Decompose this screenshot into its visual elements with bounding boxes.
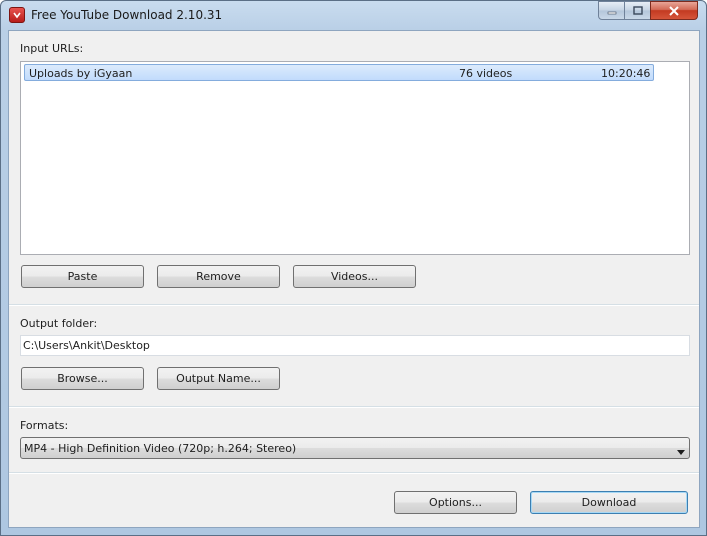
app-download-icon <box>9 7 25 23</box>
list-item[interactable]: Uploads by iGyaan 76 videos 10:20:46 <box>24 64 654 81</box>
divider <box>9 472 699 474</box>
options-button[interactable]: Options... <box>394 491 517 514</box>
app-window: Free YouTube Download 2.10.31 Input URLs… <box>0 0 707 536</box>
list-item-name: Uploads by iGyaan <box>29 67 133 80</box>
maximize-button[interactable] <box>624 1 651 20</box>
formats-dropdown[interactable]: MP4 - High Definition Video (720p; h.264… <box>20 437 690 459</box>
input-urls-label: Input URLs: <box>20 42 84 55</box>
minimize-icon <box>599 2 624 19</box>
list-item-count: 76 videos <box>459 67 513 80</box>
formats-label: Formats: <box>20 419 69 432</box>
dropdown-arrow-icon <box>677 445 685 458</box>
divider <box>9 406 699 408</box>
paste-button[interactable]: Paste <box>21 265 144 288</box>
close-icon <box>651 2 697 19</box>
output-folder-field[interactable] <box>20 335 690 356</box>
output-name-button[interactable]: Output Name... <box>157 367 280 390</box>
maximize-icon <box>625 2 650 19</box>
close-button[interactable] <box>650 1 698 20</box>
main-panel: Input URLs: Uploads by iGyaan 76 videos … <box>8 30 700 528</box>
input-urls-list[interactable]: Uploads by iGyaan 76 videos 10:20:46 <box>20 61 690 255</box>
divider <box>9 304 699 306</box>
window-title: Free YouTube Download 2.10.31 <box>31 8 223 22</box>
videos-button[interactable]: Videos... <box>293 265 416 288</box>
minimize-button[interactable] <box>598 1 625 20</box>
browse-button[interactable]: Browse... <box>21 367 144 390</box>
download-button[interactable]: Download <box>530 491 688 514</box>
remove-button[interactable]: Remove <box>157 265 280 288</box>
formats-selected-value: MP4 - High Definition Video (720p; h.264… <box>24 442 297 455</box>
title-bar[interactable]: Free YouTube Download 2.10.31 <box>1 1 706 30</box>
list-item-duration: 10:20:46 <box>601 67 651 80</box>
output-folder-label: Output folder: <box>20 317 98 330</box>
